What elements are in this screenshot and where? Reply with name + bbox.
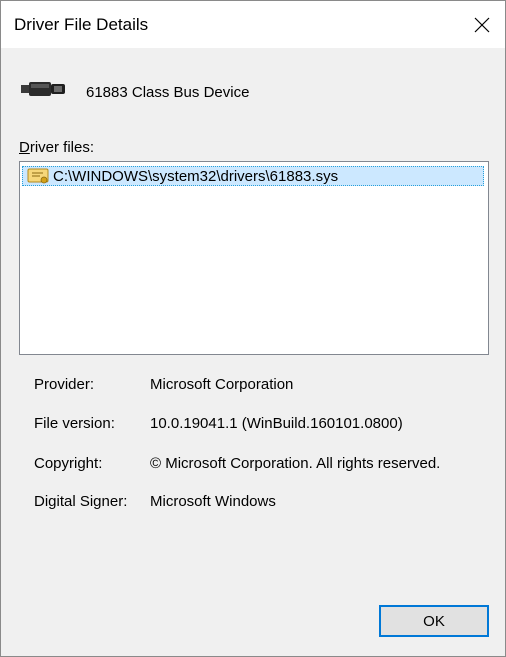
close-icon [474, 17, 490, 32]
title-bar: Driver File Details [1, 1, 505, 48]
copyright-value: © Microsoft Corporation. All rights rese… [150, 455, 441, 472]
driver-files-list[interactable]: C:\WINDOWS\system32\drivers\61883.sys [19, 161, 489, 355]
digital-signer-label: Digital Signer: [34, 493, 128, 510]
ok-button[interactable]: OK [379, 605, 489, 637]
provider-value: Microsoft Corporation [150, 376, 294, 393]
digital-signer-value: Microsoft Windows [150, 493, 276, 510]
provider-label: Provider: [34, 376, 95, 393]
driver-file-path: C:\WINDOWS\system32\drivers\61883.sys [53, 167, 339, 185]
device-name: 61883 Class Bus Device [86, 84, 250, 101]
driver-files-label: Driver files: [19, 139, 95, 156]
list-item[interactable]: C:\WINDOWS\system32\drivers\61883.sys [22, 166, 484, 186]
dialog-title: Driver File Details [14, 15, 149, 34]
device-connector-icon [21, 82, 65, 96]
copyright-label: Copyright: [34, 455, 103, 472]
driver-file-details-dialog: Driver File Details 61883 Class Bus Devi… [0, 0, 506, 657]
certificate-icon [27, 168, 49, 184]
file-version-label: File version: [34, 415, 115, 432]
file-version-value: 10.0.19041.1 (WinBuild.160101.0800) [150, 415, 403, 432]
close-button[interactable] [459, 1, 505, 48]
